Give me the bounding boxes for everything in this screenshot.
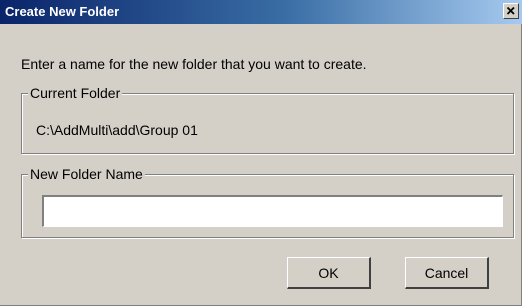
current-folder-path: C:\AddMulti\add\Group 01	[36, 122, 198, 138]
current-folder-label: Current Folder	[28, 85, 123, 101]
current-folder-group: Current Folder C:\AddMulti\add\Group 01	[21, 85, 514, 154]
dialog-title: Create New Folder	[5, 4, 120, 19]
close-icon	[506, 6, 515, 15]
cancel-button[interactable]: Cancel	[405, 257, 489, 289]
new-folder-group: New Folder Name	[21, 166, 514, 238]
new-folder-name-label: New Folder Name	[28, 166, 145, 182]
close-button[interactable]	[503, 3, 519, 19]
title-bar[interactable]: Create New Folder	[0, 0, 522, 24]
ok-button[interactable]: OK	[287, 257, 371, 289]
create-folder-dialog: Create New Folder Enter a name for the n…	[0, 0, 522, 306]
new-folder-name-input[interactable]	[42, 195, 503, 227]
instruction-text: Enter a name for the new folder that you…	[21, 56, 367, 72]
